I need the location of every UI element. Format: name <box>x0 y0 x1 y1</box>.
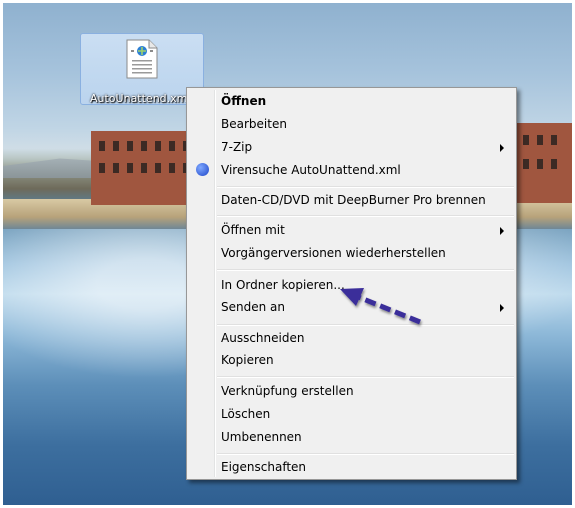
menu-item-label: Bearbeiten <box>221 117 287 131</box>
menu-item-copy[interactable]: Kopieren <box>189 349 514 371</box>
menu-item-deepburner[interactable]: Daten-CD/DVD mit DeepBurner Pro brennen <box>189 189 514 211</box>
submenu-arrow-icon <box>500 227 504 235</box>
menu-item-open[interactable]: Öffnen <box>189 90 514 112</box>
xml-file-icon <box>126 39 158 79</box>
menu-item-label: Eigenschaften <box>221 460 307 474</box>
menu-item-label: Löschen <box>221 407 271 421</box>
menu-item-label: In Ordner kopieren... <box>221 278 345 292</box>
menu-item-label: Kopieren <box>221 353 274 367</box>
menu-item-label: Vorgängerversionen wiederherstellen <box>221 246 446 260</box>
menu-item-rename[interactable]: Umbenennen <box>189 426 514 448</box>
menu-item-label: Ausschneiden <box>221 331 305 345</box>
menu-item-label: Daten-CD/DVD mit DeepBurner Pro brennen <box>221 193 486 207</box>
menu-separator <box>217 453 514 455</box>
annotation-arrow-icon <box>340 288 421 325</box>
antivirus-icon <box>196 163 209 176</box>
menu-item-label: Verknüpfung erstellen <box>221 384 354 398</box>
menu-item-label: Öffnen <box>221 94 267 108</box>
menu-item-previous-versions[interactable]: Vorgängerversionen wiederherstellen <box>189 242 514 264</box>
menu-item-delete[interactable]: Löschen <box>189 403 514 425</box>
menu-item-create-shortcut[interactable]: Verknüpfung erstellen <box>189 380 514 402</box>
menu-separator <box>217 215 514 217</box>
menu-item-virus-scan[interactable]: Virensuche AutoUnattend.xml <box>189 159 514 181</box>
background-hotel-left <box>91 131 201 205</box>
menu-item-edit[interactable]: Bearbeiten <box>189 113 514 135</box>
menu-item-label: Senden an <box>221 300 285 314</box>
menu-item-open-with[interactable]: Öffnen mit <box>189 219 514 241</box>
submenu-arrow-icon <box>500 304 504 312</box>
menu-item-properties[interactable]: Eigenschaften <box>189 456 514 478</box>
menu-separator <box>217 376 514 378</box>
menu-item-label: Öffnen mit <box>221 223 285 237</box>
menu-separator <box>217 186 514 188</box>
menu-item-label: Virensuche AutoUnattend.xml <box>221 163 401 177</box>
menu-item-label: 7-Zip <box>221 140 253 154</box>
menu-separator <box>217 269 514 271</box>
file-name-label: AutoUnattend.xml <box>90 92 191 105</box>
menu-item-label: Umbenennen <box>221 430 302 444</box>
menu-item-cut[interactable]: Ausschneiden <box>189 327 514 349</box>
background-hotel-right <box>515 123 572 203</box>
submenu-arrow-icon <box>500 144 504 152</box>
menu-item-7zip[interactable]: 7-Zip <box>189 136 514 158</box>
